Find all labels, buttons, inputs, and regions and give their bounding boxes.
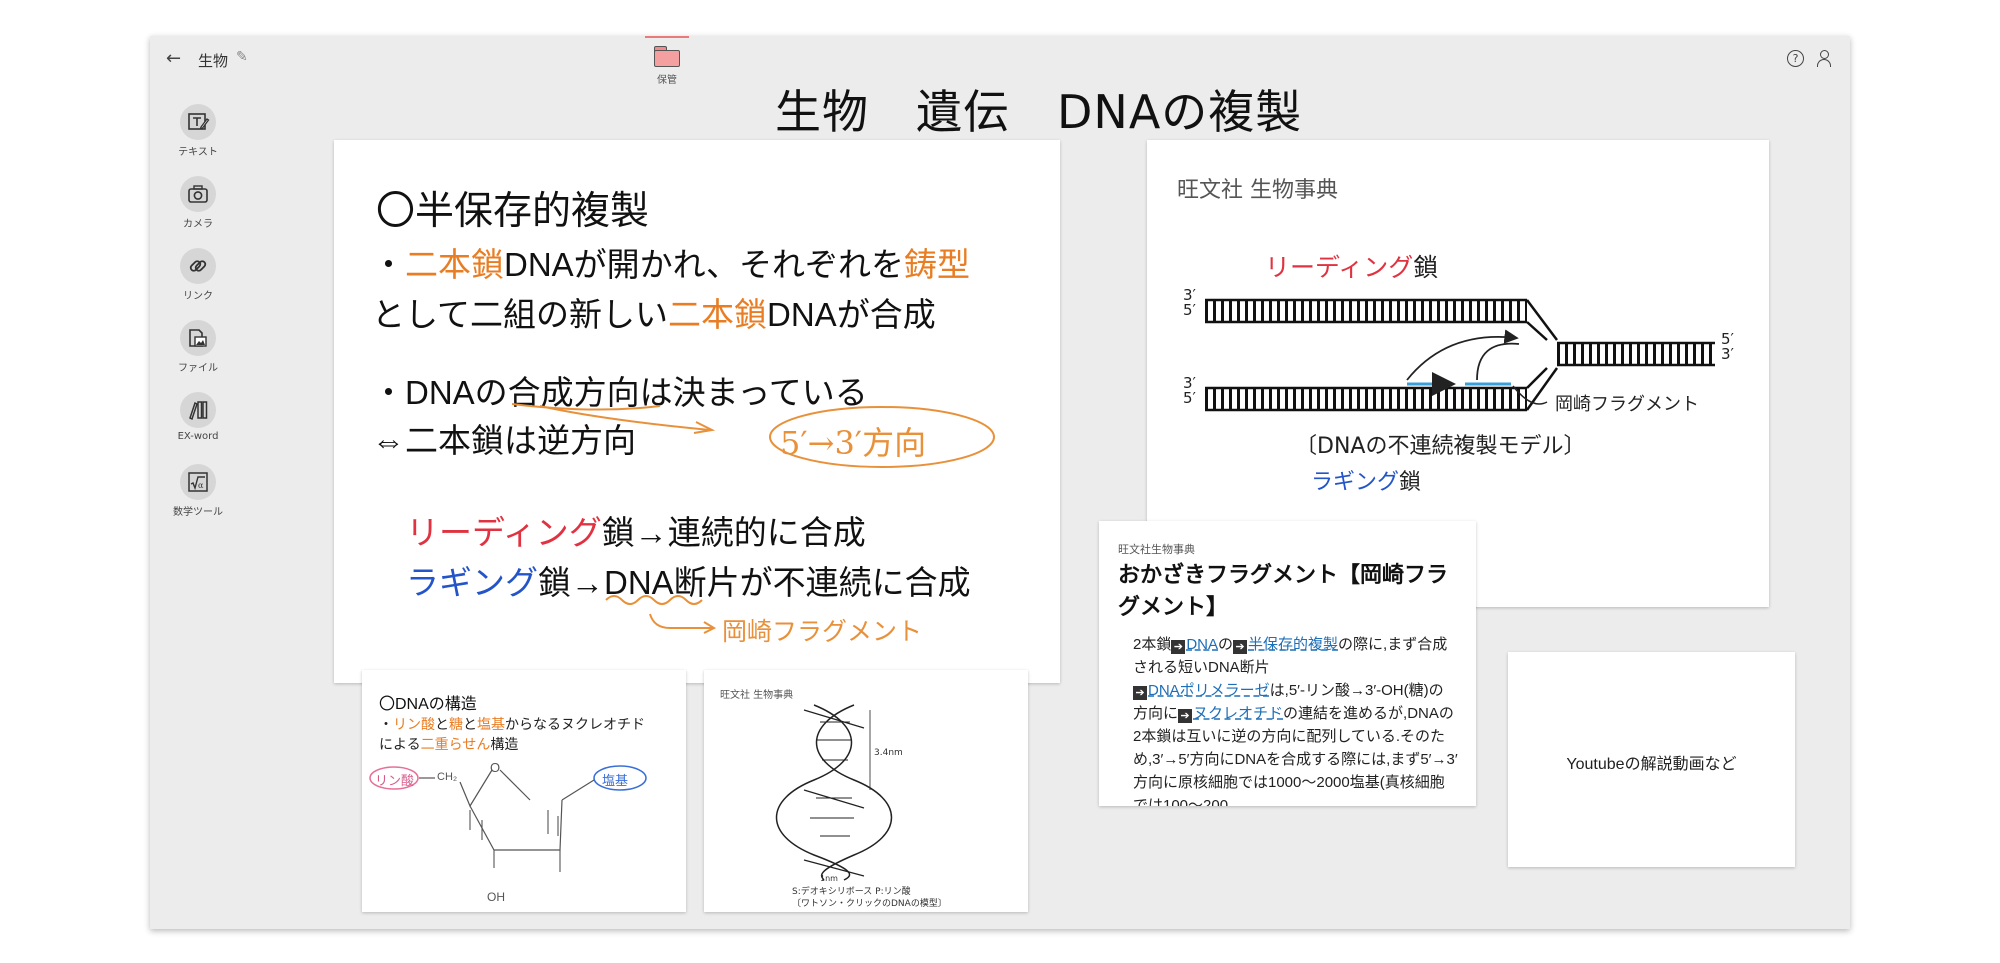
hw-base: 塩基 xyxy=(602,774,629,789)
page-title[interactable]: 生物 遺伝 DNAの複製 xyxy=(775,76,1302,142)
tool-exword-button[interactable]: EX-word xyxy=(168,392,228,464)
double-helix-diagram xyxy=(775,704,893,881)
help-icon[interactable]: ? xyxy=(1787,50,1804,67)
helix-width: 1nm xyxy=(820,874,838,883)
diagram-caption: 〔DNAの不連続複製モデル〕 xyxy=(1295,434,1586,459)
notebook-app: ← 生物 ✎ 保管 ? 生物 遺伝 DNAの複製 テキスト カメラ リンク ファ… xyxy=(150,36,1850,929)
link-nucleotide[interactable]: ヌクレオチド xyxy=(1193,705,1283,722)
pencil-edit-icon[interactable]: ✎ xyxy=(236,49,248,65)
hw-phosphate: リン酸 xyxy=(375,774,415,789)
helix-caption: S:デオキシリボース P:リン酸 〔ワトソン・クリックのDNAの模型〕 xyxy=(792,887,947,909)
link-arrow-icon: ➔ xyxy=(1233,640,1248,654)
svg-text:α: α xyxy=(198,481,204,490)
helix-pitch: 3.4nm xyxy=(874,748,903,758)
dna-helix-card[interactable]: 旺文社 生物事典 3.4nm 1nm S:デオキシリボース P:リン酸 〔ワトソン… xyxy=(704,670,1028,912)
user-icon[interactable] xyxy=(1816,50,1832,68)
archive-indicator xyxy=(645,36,689,38)
link-dna-polymerase[interactable]: DNAポリメラーゼ xyxy=(1148,682,1270,699)
main-note-card[interactable]: 〇半保存的複製 ・二本鎖DNAが開かれ、それぞれを鋳型 として二組の新しい二本鎖… xyxy=(334,140,1060,683)
tool-link-button[interactable]: リンク xyxy=(168,248,228,320)
video-card[interactable]: Youtubeの解説動画など xyxy=(1508,652,1795,867)
folder-icon xyxy=(654,46,680,67)
dictionary-entry-card[interactable]: 旺文社生物事典 おかざきフラグメント【岡崎フラグメント】 2本鎖 ➔ DNAの ➔ 半保… xyxy=(1099,521,1476,806)
dictionary-icon xyxy=(180,392,216,428)
back-arrow-icon[interactable]: ← xyxy=(166,48,181,69)
handwritten-direction: 5′→3′方向 xyxy=(780,424,927,462)
nucleotide-sketch xyxy=(369,765,647,872)
tool-math-button[interactable]: α 数学ツール xyxy=(168,464,228,536)
hw-oh: OH xyxy=(487,890,505,904)
text-edit-icon xyxy=(180,104,216,140)
link-dna[interactable]: DNA xyxy=(1186,636,1218,653)
tool-text-button[interactable]: テキスト xyxy=(168,104,228,176)
tool-camera-button[interactable]: カメラ xyxy=(168,176,228,248)
video-card-text: Youtubeの解説動画など xyxy=(1566,756,1737,773)
hw-ch2: CH₂ xyxy=(437,771,458,783)
link-arrow-icon: ➔ xyxy=(1178,709,1193,723)
hw-oxygen: O xyxy=(490,760,501,775)
dna-structure-card[interactable]: 〇DNAの構造 ・リン酸と糖と塩基からなるヌクレオチド による二重らせん構造 リ… xyxy=(362,670,686,912)
link-arrow-icon: ➔ xyxy=(1171,640,1186,654)
link-icon xyxy=(180,248,216,284)
lagging-strand-label: ラギング鎖 xyxy=(1311,470,1422,495)
link-semiconservative[interactable]: 半保存的複製 xyxy=(1248,636,1338,653)
tool-link-label: リンク xyxy=(183,291,213,302)
tool-text-label: テキスト xyxy=(178,147,218,158)
okazaki-label: 岡崎フラグメント xyxy=(1555,394,1699,415)
notebook-title[interactable]: 生物 xyxy=(198,50,228,71)
math-tool-icon: α xyxy=(180,464,216,500)
tool-math-label: 数学ツール xyxy=(173,507,223,518)
handwritten-fragment: 岡崎フラグメント xyxy=(722,617,923,646)
file-icon xyxy=(180,320,216,356)
camera-icon xyxy=(180,176,216,212)
left-toolbar: テキスト カメラ リンク ファイル EX-word α 数学ツール xyxy=(168,104,228,536)
tool-file-label: ファイル xyxy=(178,363,218,374)
handwriting-strokes xyxy=(511,403,995,634)
dictionary-source: 旺文社生物事典 xyxy=(1118,544,1195,556)
tool-camera-label: カメラ xyxy=(183,219,213,230)
archive-label: 保管 xyxy=(657,75,677,86)
link-arrow-icon: ➔ xyxy=(1133,686,1147,700)
dictionary-body: 2本鎖 ➔ DNAの ➔ 半保存的複製の際に,まず合成される短いDNA断片 ➔ DNAポリメ… xyxy=(1133,636,1458,806)
archive-button[interactable]: 保管 xyxy=(645,36,689,86)
tool-file-button[interactable]: ファイル xyxy=(168,320,228,392)
dictionary-title: おかざきフラグメント【岡崎フラグメント】 xyxy=(1118,562,1449,619)
tool-exword-label: EX-word xyxy=(177,431,219,442)
